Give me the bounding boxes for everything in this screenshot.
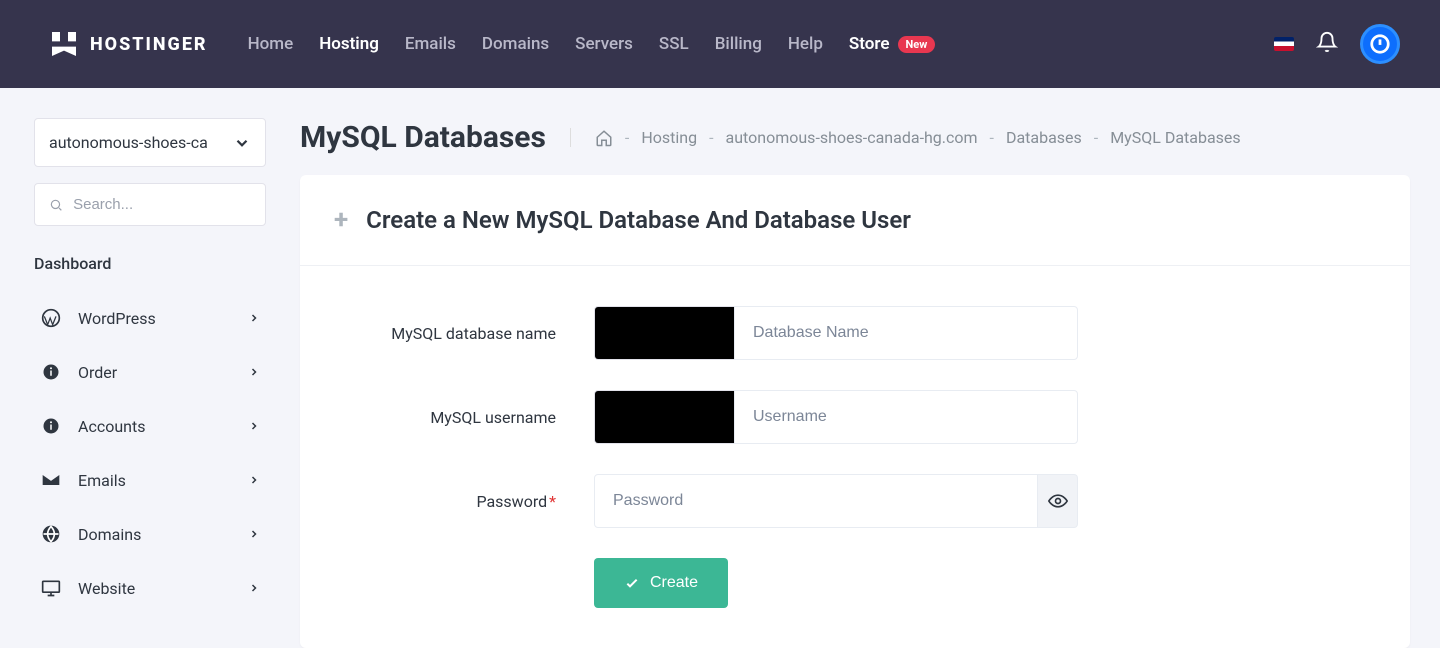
submit-row: Create bbox=[594, 558, 1376, 608]
card-header: + Create a New MySQL Database And Databa… bbox=[300, 175, 1410, 266]
password-input-group bbox=[594, 474, 1078, 528]
dashboard-heading: Dashboard bbox=[34, 254, 266, 273]
breadcrumb-separator: - bbox=[1094, 128, 1098, 147]
top-navbar: HOSTINGER Home Hosting Emails Domains Se… bbox=[0, 0, 1440, 88]
nav-help[interactable]: Help bbox=[788, 34, 823, 54]
password-input[interactable] bbox=[594, 474, 1038, 528]
site-selector-value: autonomous-shoes-ca bbox=[49, 133, 208, 152]
breadcrumb: - Hosting - autonomous-shoes-canada-hg.c… bbox=[570, 128, 1241, 147]
sidebar-item-domains[interactable]: Domains bbox=[34, 507, 266, 561]
username-input-group bbox=[594, 390, 1078, 444]
chevron-right-icon bbox=[248, 525, 260, 544]
breadcrumb-hosting[interactable]: Hosting bbox=[641, 128, 697, 147]
nav-domains[interactable]: Domains bbox=[482, 34, 549, 54]
username-row: MySQL username bbox=[334, 390, 1376, 444]
chevron-right-icon bbox=[248, 417, 260, 436]
user-avatar[interactable] bbox=[1360, 24, 1400, 64]
brand-logo[interactable]: HOSTINGER bbox=[48, 28, 208, 60]
sidebar-item-label: Order bbox=[78, 363, 117, 382]
nav-ssl[interactable]: SSL bbox=[659, 34, 689, 54]
main-content: MySQL Databases - Hosting - autonomous-s… bbox=[300, 88, 1440, 648]
sidebar: autonomous-shoes-ca Dashboard WordPress … bbox=[0, 88, 300, 648]
db-name-input[interactable] bbox=[734, 306, 1078, 360]
sidebar-search[interactable] bbox=[34, 183, 266, 226]
breadcrumb-current: MySQL Databases bbox=[1110, 128, 1240, 147]
username-label: MySQL username bbox=[334, 408, 594, 427]
db-prefix-redacted bbox=[594, 306, 734, 360]
check-icon bbox=[624, 575, 640, 591]
sidebar-item-wordpress[interactable]: WordPress bbox=[34, 291, 266, 345]
nav-billing[interactable]: Billing bbox=[715, 34, 762, 54]
page-header: MySQL Databases - Hosting - autonomous-s… bbox=[300, 108, 1410, 175]
sidebar-item-label: Accounts bbox=[78, 417, 145, 436]
breadcrumb-separator: - bbox=[625, 128, 629, 147]
nav-store[interactable]: Store bbox=[849, 34, 890, 54]
nav-home[interactable]: Home bbox=[248, 34, 294, 54]
password-label: Password* bbox=[334, 492, 594, 511]
store-new-badge: New bbox=[898, 36, 936, 53]
home-icon[interactable] bbox=[595, 129, 613, 147]
plus-icon: + bbox=[334, 205, 348, 235]
card-body: MySQL database name MySQL username bbox=[300, 266, 1410, 648]
card-title: Create a New MySQL Database And Database… bbox=[366, 206, 911, 234]
nav-hosting[interactable]: Hosting bbox=[319, 34, 379, 54]
chevron-down-icon bbox=[233, 134, 251, 152]
page-title: MySQL Databases bbox=[300, 120, 546, 155]
breadcrumb-domain[interactable]: autonomous-shoes-canada-hg.com bbox=[726, 128, 978, 147]
sidebar-item-order[interactable]: Order bbox=[34, 345, 266, 399]
create-button[interactable]: Create bbox=[594, 558, 728, 608]
sidebar-item-label: Emails bbox=[78, 471, 126, 490]
sidebar-item-website[interactable]: Website bbox=[34, 561, 266, 615]
breadcrumb-separator: - bbox=[990, 128, 994, 147]
info-icon bbox=[40, 415, 62, 437]
password-row: Password* bbox=[334, 474, 1376, 528]
primary-nav: Home Hosting Emails Domains Servers SSL … bbox=[248, 34, 936, 54]
site-selector-dropdown[interactable]: autonomous-shoes-ca bbox=[34, 118, 266, 167]
sidebar-item-accounts[interactable]: Accounts bbox=[34, 399, 266, 453]
eye-icon bbox=[1048, 491, 1068, 511]
db-name-row: MySQL database name bbox=[334, 306, 1376, 360]
brand-name: HOSTINGER bbox=[90, 34, 208, 55]
top-right-controls bbox=[1274, 24, 1400, 64]
chevron-right-icon bbox=[248, 363, 260, 382]
search-icon bbox=[49, 197, 63, 213]
sidebar-item-emails[interactable]: Emails bbox=[34, 453, 266, 507]
required-asterisk: * bbox=[549, 492, 556, 511]
monitor-icon bbox=[40, 577, 62, 599]
create-button-label: Create bbox=[650, 574, 698, 592]
chevron-right-icon bbox=[248, 579, 260, 598]
notifications-bell-icon[interactable] bbox=[1316, 31, 1338, 57]
db-name-label: MySQL database name bbox=[334, 324, 594, 343]
hostinger-logo-icon bbox=[48, 28, 80, 60]
nav-servers[interactable]: Servers bbox=[575, 34, 633, 54]
wordpress-icon bbox=[40, 307, 62, 329]
sidebar-item-label: Website bbox=[78, 579, 135, 598]
info-icon bbox=[40, 361, 62, 383]
globe-icon bbox=[40, 523, 62, 545]
chevron-right-icon bbox=[248, 309, 260, 328]
sidebar-item-label: Domains bbox=[78, 525, 141, 544]
envelope-icon bbox=[40, 469, 62, 491]
password-toggle-visibility[interactable] bbox=[1038, 474, 1078, 528]
breadcrumb-databases[interactable]: Databases bbox=[1006, 128, 1082, 147]
language-flag-icon[interactable] bbox=[1274, 37, 1294, 51]
create-database-card: + Create a New MySQL Database And Databa… bbox=[300, 175, 1410, 648]
db-name-input-group bbox=[594, 306, 1078, 360]
search-input[interactable] bbox=[73, 196, 251, 213]
nav-emails[interactable]: Emails bbox=[405, 34, 456, 54]
username-input[interactable] bbox=[734, 390, 1078, 444]
breadcrumb-separator: - bbox=[709, 128, 713, 147]
chevron-right-icon bbox=[248, 471, 260, 490]
username-prefix-redacted bbox=[594, 390, 734, 444]
sidebar-item-label: WordPress bbox=[78, 309, 156, 328]
